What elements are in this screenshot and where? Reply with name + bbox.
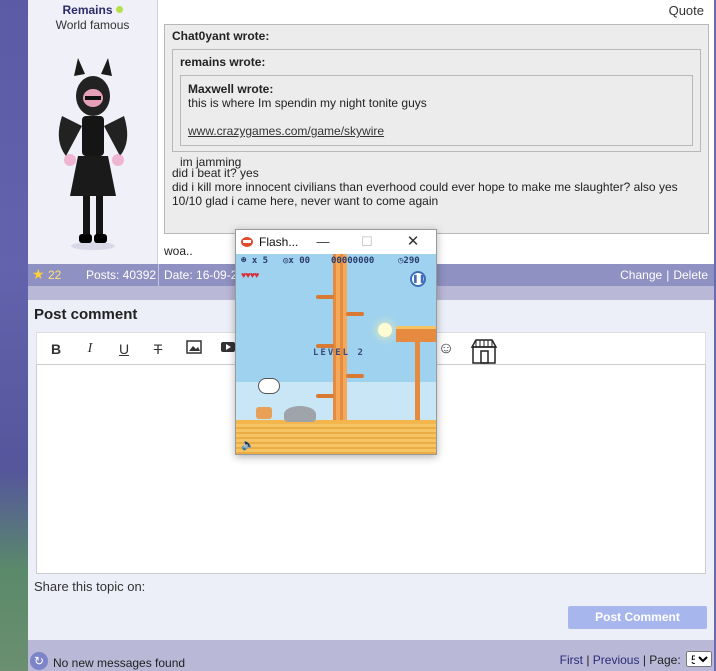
star-count: 22: [48, 268, 62, 282]
quote-link[interactable]: Quote: [669, 3, 704, 18]
refresh-icon[interactable]: ↻: [30, 652, 48, 670]
ground: [236, 424, 436, 454]
underline-button[interactable]: U: [113, 338, 135, 360]
quote-header: remains wrote:: [180, 55, 266, 69]
page-background-left: [0, 0, 28, 671]
online-status-icon: [115, 6, 123, 13]
pause-icon[interactable]: ❚❚: [410, 271, 426, 287]
quote-block-outer: Chat0yant wrote: remains wrote: Maxwell …: [164, 24, 709, 234]
quote-block-inner: Maxwell wrote: this is where Im spendin …: [180, 75, 693, 146]
window-titlebar[interactable]: Flash... — ☐ ✕: [236, 230, 436, 254]
post-actions: Change | Delete: [620, 268, 708, 282]
minimize-icon[interactable]: —: [314, 233, 332, 251]
player-dog: [256, 407, 272, 419]
post-date: Date: 16-09-2: [164, 268, 238, 282]
italic-button[interactable]: I: [79, 338, 101, 360]
avatar[interactable]: [52, 56, 134, 252]
lives-value: x 5: [251, 256, 269, 266]
divider: |: [586, 653, 590, 667]
divider: [158, 264, 159, 286]
first-page-link[interactable]: First: [560, 653, 583, 667]
author-rank: World famous: [55, 18, 130, 32]
star-icon: ★: [32, 266, 45, 282]
bold-button[interactable]: B: [45, 338, 67, 360]
post-count: Posts: 40392: [86, 268, 157, 282]
delete-link[interactable]: Delete: [673, 268, 708, 282]
quote-header: Maxwell wrote:: [188, 82, 274, 96]
pagination: First | Previous | Page: 5: [560, 651, 712, 667]
quote-header: Chat0yant wrote:: [172, 29, 270, 43]
tower-peg: [316, 394, 334, 398]
maximize-icon[interactable]: ☐: [358, 233, 376, 251]
tower-peg: [346, 374, 364, 378]
comment-title: Post comment: [34, 306, 138, 323]
level-banner: LEVEL 2: [313, 348, 365, 358]
change-link[interactable]: Change: [620, 268, 662, 282]
game-canvas[interactable]: ☻ x 5 ◎x 00 00000000 ◷290 ♥♥♥♥ ❚❚ LEVEL …: [236, 254, 436, 454]
sun: [378, 323, 392, 337]
tower: [333, 254, 347, 422]
quote-line: did i kill more innocent civilians than …: [172, 180, 678, 194]
platform-pole: [415, 342, 420, 422]
score-counter: 00000000: [331, 256, 375, 266]
lives-counter: ☻ x 5: [241, 256, 269, 266]
quote-line: did i beat it? yes: [172, 166, 259, 180]
rock: [284, 406, 316, 422]
quote-text: this is where Im spendin my night tonite…: [188, 96, 427, 110]
bottom-bar: ↻ No new messages found First | Previous…: [28, 648, 714, 671]
image-icon[interactable]: [183, 338, 205, 360]
post-comment-button[interactable]: Post Comment: [568, 606, 707, 629]
emoji-icon[interactable]: ☺: [435, 338, 457, 360]
divider: |: [642, 653, 646, 667]
page-select[interactable]: 5: [686, 651, 712, 667]
time-value: 290: [403, 256, 420, 266]
tower-peg: [346, 312, 364, 316]
previous-page-link[interactable]: Previous: [593, 653, 640, 667]
coins-value: x 00: [288, 256, 311, 266]
sound-icon[interactable]: 🔈: [241, 438, 255, 451]
game-link[interactable]: www.crazygames.com/game/skywire: [188, 124, 685, 138]
divider: |: [666, 268, 670, 282]
coin-counter: ◎x 00: [283, 256, 311, 266]
tower-peg: [316, 295, 334, 299]
flash-player-window[interactable]: Flash... — ☐ ✕ ☻ x 5 ◎x 00 00000000 ◷290…: [235, 229, 437, 455]
quote-block-middle: remains wrote: Maxwell wrote: this is wh…: [172, 49, 701, 169]
flash-app-icon: [241, 237, 253, 247]
thought-bubble-icon: [258, 378, 280, 394]
strikethrough-button[interactable]: T: [147, 338, 169, 360]
post-message: woa..: [164, 244, 193, 258]
window-title: Flash...: [259, 235, 299, 249]
author-panel: Remains World famous: [28, 0, 158, 264]
page-label: Page:: [649, 653, 681, 667]
close-icon[interactable]: ✕: [404, 233, 422, 251]
share-label: Share this topic on:: [34, 579, 146, 594]
timer: ◷290: [398, 256, 420, 266]
author-name[interactable]: Remains: [62, 3, 112, 17]
message-status: No new messages found: [53, 656, 186, 670]
quote-text-lines: did i beat it? yes did i kill more innoc…: [172, 166, 701, 208]
platform: [396, 326, 436, 342]
hearts-icon: ♥♥♥♥: [241, 270, 259, 280]
quote-line: 10/10 glad i came here, never want to co…: [172, 194, 439, 208]
shop-icon[interactable]: [469, 338, 499, 364]
